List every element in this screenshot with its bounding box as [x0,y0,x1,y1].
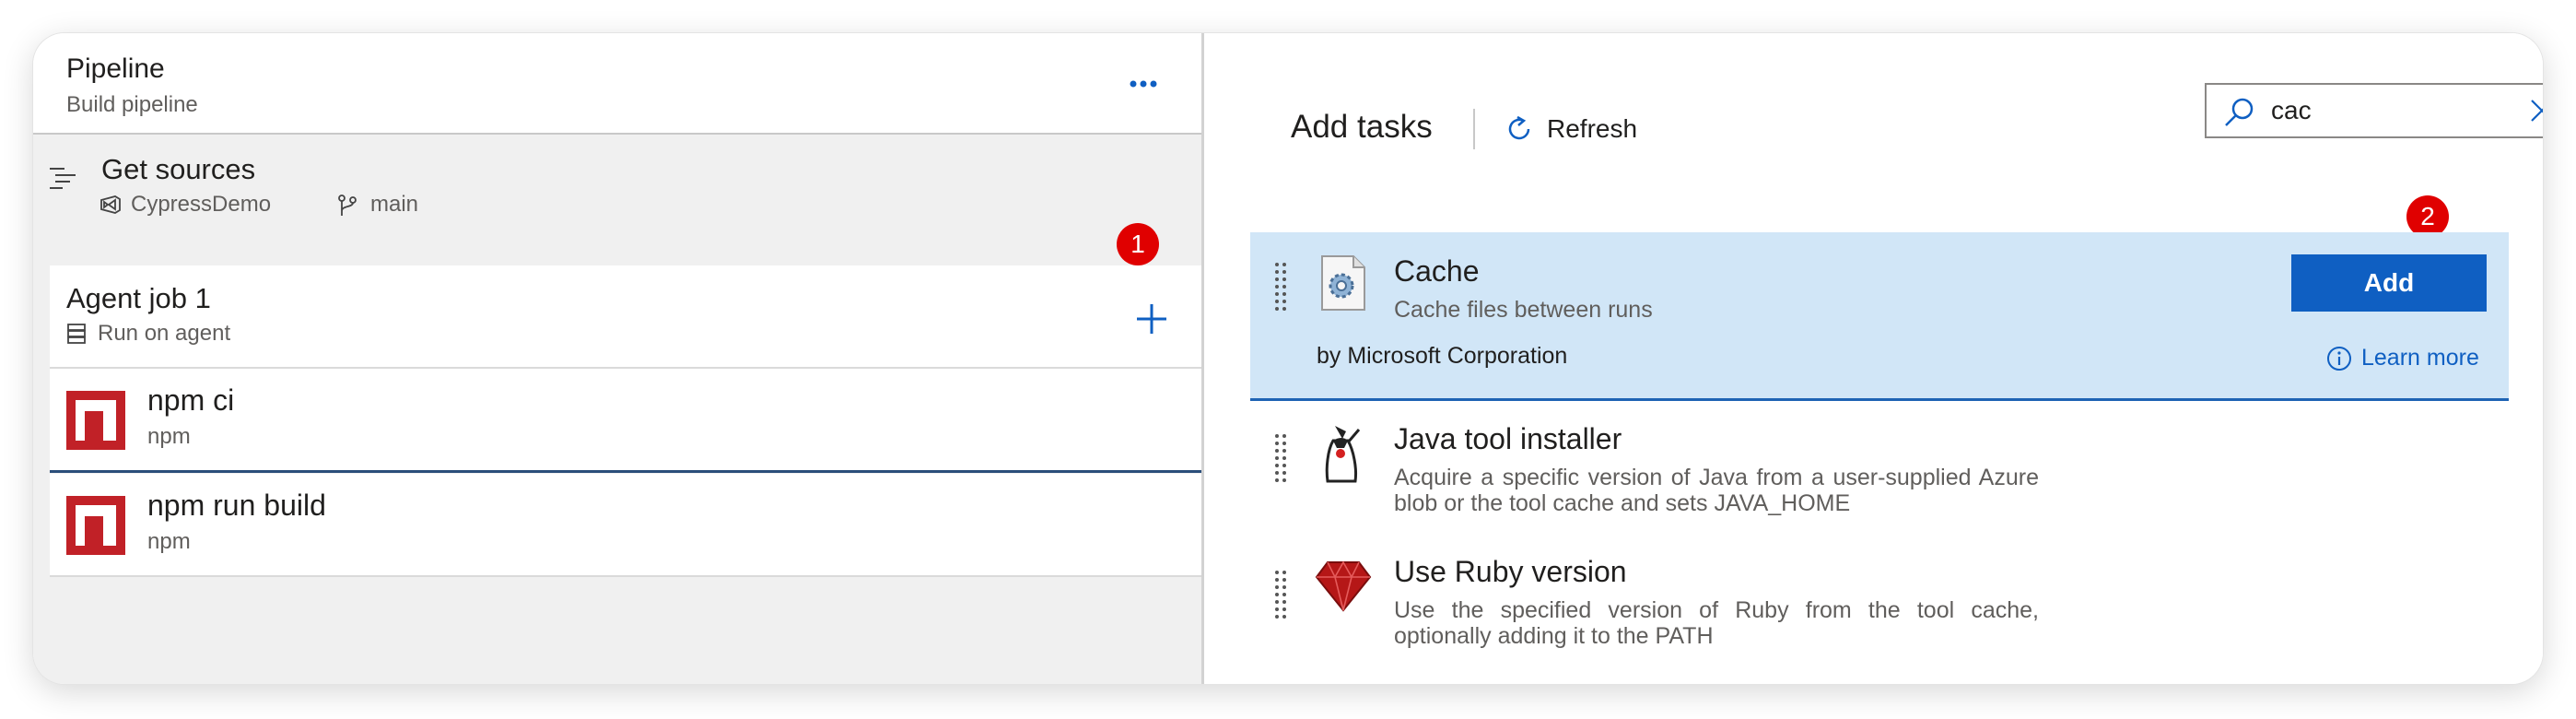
sources-list-icon [50,168,76,189]
drag-handle-icon[interactable] [1274,262,1287,315]
pipeline-panel: Pipeline Build pipeline Get sources Cypr… [33,33,1201,684]
pipeline-subtitle: Build pipeline [66,92,198,117]
add-tasks-title: Add tasks [1291,109,1433,145]
pipeline-title: Pipeline [66,53,165,84]
branch-icon [338,194,357,216]
annotation-badge-1: 1 [1117,223,1159,265]
toolbar-separator [1473,109,1475,149]
task-result-title: Cache [1394,254,1480,288]
add-tasks-panel: Add tasks Refresh cac 2 Cache Cache file… [1204,33,2543,684]
pipeline-header[interactable]: Pipeline Build pipeline [33,33,1201,135]
task-result-ruby[interactable]: Use Ruby version Use the specified versi… [1250,546,2509,675]
refresh-button[interactable]: Refresh [1505,109,1637,149]
cache-gear-icon [1321,255,1365,311]
learn-more-label: Learn more [2361,345,2479,371]
more-options-button[interactable] [1120,68,1166,100]
ruby-gem-icon [1315,560,1372,612]
npm-icon [66,391,125,450]
close-icon[interactable] [2529,98,2543,124]
search-value: cac [2271,96,2312,124]
task-title: npm ci [147,383,235,417]
task-result-description: Cache files between runs [1394,297,1653,323]
java-duke-icon [1325,426,1361,483]
get-sources-title[interactable]: Get sources [101,153,255,186]
task-subtitle: npm [147,529,191,554]
drag-handle-icon[interactable] [1274,433,1287,487]
task-result-java[interactable]: Java tool installer Acquire a specific v… [1250,407,2509,536]
task-result-title: Use Ruby version [1394,555,1627,588]
agent-job-row[interactable]: Agent job 1 Run on agent [50,265,1201,369]
visual-studio-icon [100,195,121,214]
task-search-input[interactable]: cac [2205,83,2543,138]
task-result-description: Use the specified version of Ruby from t… [1394,597,2039,649]
server-icon [67,324,86,344]
refresh-label: Refresh [1547,114,1638,143]
agent-job-subtitle: Run on agent [98,321,231,346]
refresh-icon [1508,115,1530,140]
task-result-cache[interactable]: Cache Cache files between runs by Micros… [1250,232,2509,401]
repo-name: CypressDemo [131,192,272,217]
drag-handle-icon[interactable] [1274,570,1287,623]
add-task-plus-icon[interactable] [1131,299,1172,339]
add-button[interactable]: Add [2291,254,2487,312]
task-result-description: Acquire a specific version of Java from … [1394,465,2039,516]
npm-icon [66,496,125,555]
search-icon [2225,98,2254,126]
task-subtitle: npm [147,424,191,449]
task-row[interactable]: npm ci npm [50,369,1201,473]
app-window: Pipeline Build pipeline Get sources Cypr… [33,33,2543,684]
task-result-title: Java tool installer [1394,422,1622,455]
task-result-publisher: by Microsoft Corporation [1317,343,1568,369]
info-icon [2327,346,2351,371]
branch-name: main [370,192,419,217]
agent-job-title: Agent job 1 [66,282,211,314]
task-row[interactable]: npm run build npm [50,474,1201,577]
more-dots-icon [1130,80,1157,88]
task-title: npm run build [147,489,326,522]
learn-more-link[interactable]: Learn more [2326,345,2479,371]
